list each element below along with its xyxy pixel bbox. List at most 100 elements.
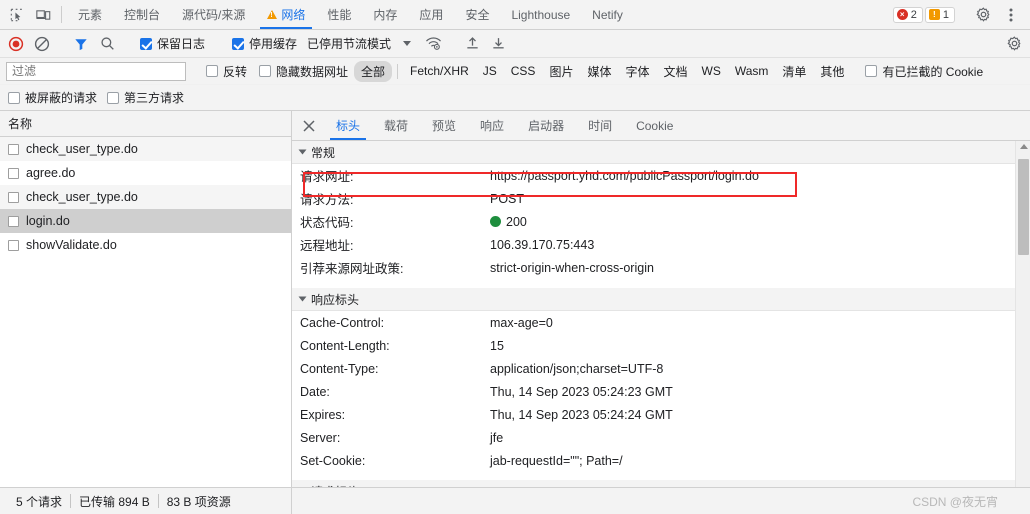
tab-label: Lighthouse	[511, 7, 571, 22]
tab-performance[interactable]: 性能	[316, 0, 362, 29]
header-row-remote-address: 远程地址: 106.39.170.75:443	[292, 233, 1030, 256]
tab-label: Netify	[592, 7, 623, 22]
header-value: POST	[490, 191, 525, 206]
status-requests-count: 5 个请求	[16, 494, 63, 509]
filter-icon[interactable]	[69, 33, 93, 55]
table-row[interactable]: check_user_type.do	[0, 185, 291, 209]
filter-type-other[interactable]: 其他	[813, 61, 851, 82]
tab-lighthouse[interactable]: Lighthouse	[500, 0, 581, 29]
search-icon[interactable]	[95, 33, 119, 55]
table-row[interactable]: check_user_type.do	[0, 137, 291, 161]
tab-label: 性能	[327, 8, 352, 22]
tab-elements[interactable]: 元素	[67, 0, 113, 29]
detail-body: 常规 请求网址: https://passport.yhd.com/public…	[292, 141, 1030, 487]
section-header-general[interactable]: 常规	[292, 141, 1030, 164]
filter-type-manifest[interactable]: 清单	[775, 61, 813, 82]
filter-type-media[interactable]: 媒体	[580, 61, 618, 82]
tab-payload[interactable]: 载荷	[372, 111, 420, 140]
header-key: Server:	[300, 430, 341, 445]
filter-type-img[interactable]: 图片	[542, 61, 580, 82]
tab-sources[interactable]: 源代码/来源	[171, 0, 256, 29]
warning-count-badge[interactable]: ! 1	[924, 6, 955, 23]
tab-initiator[interactable]: 启动器	[516, 111, 576, 140]
tab-headers[interactable]: 标头	[324, 111, 372, 140]
export-har-icon[interactable]	[486, 33, 510, 55]
filter-type-font[interactable]: 字体	[618, 61, 656, 82]
inspect-element-icon[interactable]	[4, 0, 30, 29]
invert-filter-label: 反转	[223, 64, 248, 79]
header-key: 引荐来源网址政策:	[300, 262, 404, 276]
header-row-referrer-policy: 引荐来源网址政策: strict-origin-when-cross-origi…	[292, 256, 1030, 279]
request-type-icon	[8, 215, 19, 227]
chevron-down-icon[interactable]	[403, 41, 412, 46]
device-toolbar-icon[interactable]	[30, 0, 56, 29]
section-header-response-headers[interactable]: 响应标头	[292, 288, 1030, 311]
wifi-settings-icon[interactable]	[421, 33, 445, 55]
hide-data-urls-checkbox[interactable]: 隐藏数据网址	[253, 63, 354, 80]
warning-count-label: 1	[942, 8, 949, 21]
filter-type-js[interactable]: JS	[476, 62, 504, 80]
throttling-select[interactable]: 已停用节流模式	[305, 35, 393, 52]
filter-type-doc[interactable]: 文档	[656, 61, 694, 82]
blocked-requests-checkbox[interactable]: 被屏蔽的请求	[8, 89, 97, 106]
scroll-up-arrow-icon[interactable]	[1020, 144, 1028, 149]
tab-netify[interactable]: Netify	[581, 0, 634, 29]
detail-tabs: 标头 载荷 预览 响应 启动器 时间 Cookie	[292, 111, 1030, 141]
gear-icon[interactable]	[970, 7, 996, 22]
clear-network-log-icon[interactable]	[30, 33, 54, 55]
header-key: Cache-Control:	[300, 315, 385, 330]
tab-memory[interactable]: 内存	[362, 0, 408, 29]
network-main: 名称 check_user_type.do agree.do check_use…	[0, 111, 1030, 487]
tab-preview[interactable]: 预览	[420, 111, 468, 140]
table-row[interactable]: showValidate.do	[0, 233, 291, 257]
table-row[interactable]: agree.do	[0, 161, 291, 185]
tabbar-divider	[61, 6, 62, 23]
tab-cookies[interactable]: Cookie	[624, 111, 685, 140]
header-row-expires: Expires: Thu, 14 Sep 2023 05:24:24 GMT	[292, 403, 1030, 426]
section-header-request-headers[interactable]: 请求标头	[292, 480, 1030, 487]
watermark-text: CSDN @夜无宵	[912, 495, 998, 509]
filter-type-all[interactable]: 全部	[354, 60, 393, 82]
preserve-log-checkbox[interactable]: 保留日志	[134, 35, 211, 52]
filter-type-ws[interactable]: WS	[695, 62, 728, 80]
error-count-badge[interactable]: × 2	[892, 6, 923, 23]
tab-timing[interactable]: 时间	[576, 111, 624, 140]
header-key: Expires:	[300, 407, 346, 422]
checkbox-box	[232, 37, 245, 50]
filter-type-fetch-xhr[interactable]: Fetch/XHR	[403, 62, 476, 80]
third-party-requests-checkbox[interactable]: 第三方请求	[107, 89, 184, 106]
more-vertical-icon[interactable]	[998, 7, 1024, 23]
tab-console[interactable]: 控制台	[113, 0, 171, 29]
record-stop-icon[interactable]	[4, 33, 28, 55]
import-har-icon[interactable]	[460, 33, 484, 55]
tab-label: 控制台	[124, 8, 161, 22]
detail-scrollbar[interactable]	[1015, 141, 1030, 487]
network-settings-gear-icon[interactable]	[1002, 33, 1026, 55]
invert-filter-checkbox[interactable]: 反转	[200, 63, 253, 80]
filter-type-wasm[interactable]: Wasm	[728, 62, 776, 80]
header-value: 200	[506, 214, 527, 229]
blocked-cookies-checkbox[interactable]: 有已拦截的 Cookie	[859, 63, 989, 80]
warning-icon: !	[928, 9, 940, 20]
tab-security[interactable]: 安全	[454, 0, 500, 29]
close-icon[interactable]	[294, 111, 324, 140]
checkbox-box	[140, 37, 152, 50]
header-row-content-type: Content-Type: application/json;charset=U…	[292, 357, 1030, 380]
header-key: Content-Length:	[300, 338, 390, 353]
filter-type-css[interactable]: CSS	[504, 62, 543, 80]
network-filter-row-2: 被屏蔽的请求 第三方请求	[0, 85, 1030, 111]
disable-cache-checkbox[interactable]: 停用缓存	[226, 35, 303, 52]
tab-label: 网络	[281, 8, 306, 22]
table-row-selected[interactable]: login.do	[0, 209, 291, 233]
request-type-icon	[8, 239, 19, 251]
filter-input[interactable]	[6, 61, 186, 81]
resource-type-filters: 全部 Fetch/XHR JS CSS 图片 媒体 字体 文档 WS Wasm …	[354, 60, 851, 82]
tab-network[interactable]: 网络	[256, 0, 316, 29]
network-filter-row: 反转 隐藏数据网址 全部 Fetch/XHR JS CSS 图片 媒体 字体 文…	[0, 58, 1030, 85]
header-key: 远程地址:	[300, 239, 354, 253]
scrollbar-thumb[interactable]	[1018, 159, 1029, 255]
tab-response[interactable]: 响应	[468, 111, 516, 140]
tab-application[interactable]: 应用	[408, 0, 454, 29]
devtools-window: 元素 控制台 源代码/来源 网络 性能 内存 应用 安全 Lighthouse …	[0, 0, 1030, 514]
request-list-body[interactable]: check_user_type.do agree.do check_user_t…	[0, 137, 291, 487]
